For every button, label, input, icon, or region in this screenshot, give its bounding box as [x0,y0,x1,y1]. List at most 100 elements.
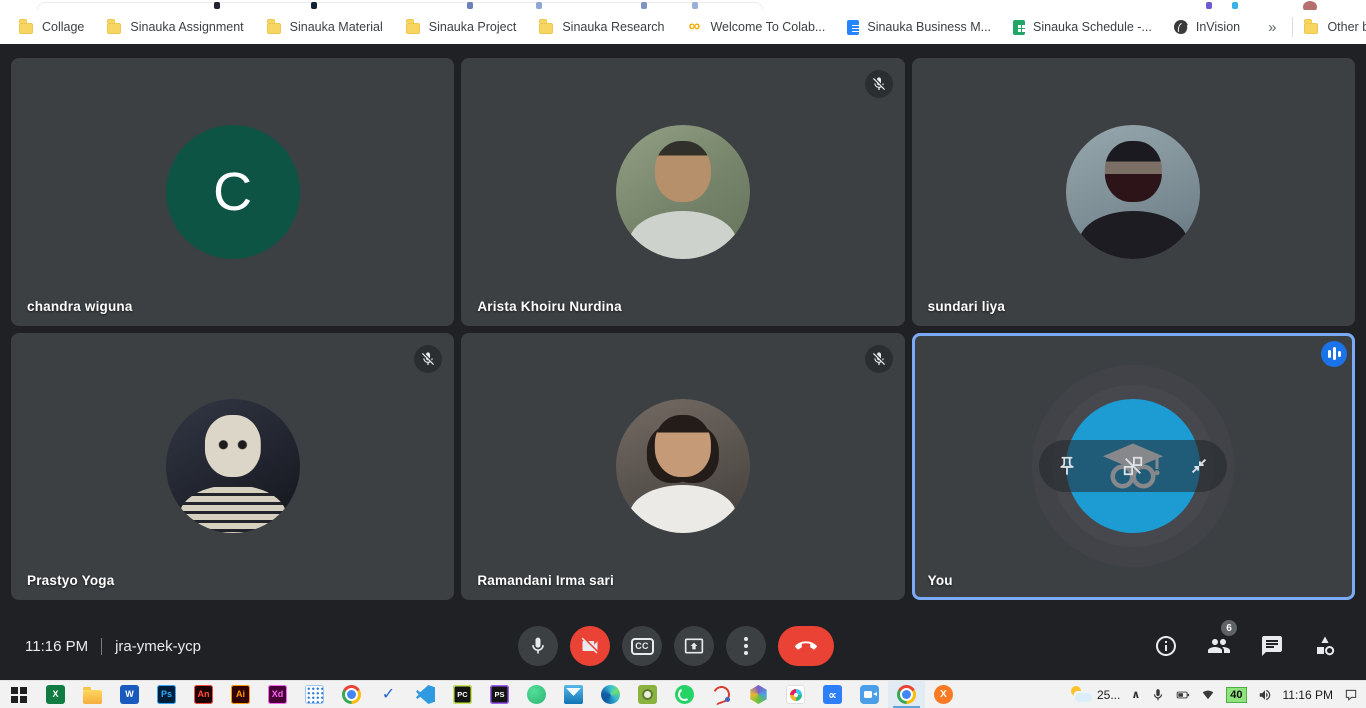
bookmark-sinauka-material[interactable]: Sinauka Material [260,15,399,39]
taskbar-app-adobe-xd[interactable]: Xd [259,681,296,708]
taskbar-app-whatsapp[interactable] [666,681,703,708]
mic-tray-icon[interactable] [1151,688,1165,702]
mic-icon [528,636,548,656]
taskbar-app-xampp[interactable]: X [925,681,962,708]
chat-button[interactable] [1259,633,1285,659]
bookmark-sinauka-schedule[interactable]: Sinauka Schedule -... [1007,16,1168,39]
participant-count-badge: 6 [1221,620,1237,636]
participants-button[interactable]: 6 [1206,633,1232,659]
taskbar-app-photoshop[interactable]: Ps [148,681,185,708]
bookmark-label: Sinauka Project [429,20,517,34]
participant-photo [616,399,750,533]
extension-icon-partial[interactable] [1232,2,1238,9]
tile-ramandani-irma-sari[interactable]: Ramandani Irma sari [461,333,904,601]
taskbar-app-camera-green[interactable] [629,681,666,708]
tile-sundari-liya[interactable]: sundari liya [912,58,1355,326]
pin-tile-icon[interactable] [1056,455,1078,477]
bookmark-welcome-to-colab[interactable]: Welcome To Colab... [680,15,841,39]
minimize-tile-icon[interactable] [1188,455,1210,477]
folder-favicon-icon [405,19,421,35]
extension-icon-partial[interactable] [311,2,317,9]
taskbar-apps: X WPsAnAi Xd ✓ PCPS ∝ X [0,681,962,708]
taskbar-app-file-explorer[interactable] [74,681,111,708]
action-center-icon[interactable] [1344,688,1358,702]
taskbar-app-excel[interactable]: X [37,681,74,708]
captions-button[interactable]: CC [622,626,662,666]
present-button[interactable] [674,626,714,666]
taskbar-app-illustrator[interactable]: Ai [222,681,259,708]
bookmark-sinauka-business-m[interactable]: Sinauka Business M... [841,16,1007,39]
activities-button[interactable] [1312,633,1338,659]
bookmark-sinauka-research[interactable]: Sinauka Research [532,15,680,39]
taskbar-app-cc-app[interactable]: ∝ [814,681,851,708]
taskbar-app-word[interactable]: W [111,681,148,708]
taskbar-app-animate[interactable]: An [185,681,222,708]
system-tray: 25... ∧ 40 11:16 PM [1068,681,1366,708]
tile-you[interactable]: You [912,333,1355,601]
battery-percent-badge[interactable]: 40 [1226,687,1246,703]
weather-temp: 25... [1097,688,1120,702]
taskbar-app-start[interactable] [0,681,37,708]
adobe-xd-icon: Xd [268,685,287,704]
sheets-favicon-icon [1013,20,1025,35]
xampp-icon: X [934,685,953,704]
taskbar-app-coreldraw[interactable] [703,681,740,708]
extension-icon-partial[interactable] [1206,2,1212,9]
more-options-button[interactable] [726,626,766,666]
meeting-clock: 11:16 PM [25,638,88,655]
bookmark-sinauka-assignment[interactable]: Sinauka Assignment [100,15,259,39]
taskbar-app-chrome[interactable] [333,681,370,708]
other-bookmarks-folder[interactable]: Other bookmarks [1297,15,1366,39]
extension-icon-partial[interactable] [214,2,220,9]
taskbar-app-vscode[interactable] [407,681,444,708]
taskbar-app-pycharm[interactable]: PC [444,681,481,708]
camera-toggle-button[interactable] [570,626,610,666]
bookmark-collage[interactable]: Collage [12,15,100,39]
mic-toggle-button[interactable] [518,626,558,666]
meeting-info-divider [101,638,102,655]
tray-clock[interactable]: 11:16 PM [1283,688,1333,702]
bookmark-label: Sinauka Assignment [130,20,243,34]
bookmark-invision[interactable]: InVision [1168,16,1256,38]
meet-control-bar: 11:16 PM jra-ymek-ycp CC [0,612,1366,680]
taskbar-app-phpstorm[interactable]: PS [481,681,518,708]
bookmarks-overflow-chevron[interactable]: » [1256,19,1288,36]
taskbar-app-chrome-active[interactable] [888,681,925,708]
muted-mic-icon [865,70,893,98]
bookmark-label: Sinauka Schedule -... [1033,20,1152,34]
mail-icon [564,685,583,704]
calendar-icon [305,685,324,704]
leave-call-button[interactable] [778,626,834,666]
taskbar-app-edge[interactable] [592,681,629,708]
taskbar-app-calendar[interactable] [296,681,333,708]
present-icon [684,636,704,656]
extension-icon-partial[interactable] [641,2,647,9]
taskbar-app-mail[interactable] [555,681,592,708]
participant-photo [616,125,750,259]
chat-icon [1260,634,1284,658]
taskbar-app-todo-check[interactable]: ✓ [370,681,407,708]
weather-widget[interactable]: 25... [1068,686,1120,703]
extension-icon-partial[interactable] [467,2,473,9]
extension-icon-partial[interactable] [692,2,698,9]
extension-icon-partial[interactable] [536,2,542,9]
taskbar-app-android[interactable] [518,681,555,708]
meeting-details-button[interactable] [1153,633,1179,659]
wifi-icon[interactable] [1201,688,1215,702]
meeting-info: 11:16 PM jra-ymek-ycp [25,612,201,680]
bookmarks-list: Collage Sinauka Assignment Sinauka Materia… [12,15,1256,39]
taskbar-app-hexagon-app[interactable] [740,681,777,708]
windows-taskbar: X WPsAnAi Xd ✓ PCPS ∝ X 25... ∧ 40 11:16 PM [0,680,1366,708]
tile-prastyo-yoga[interactable]: Prastyo Yoga [11,333,454,601]
slack-icon [786,685,805,704]
tile-chandra-wiguna[interactable]: C chandra wiguna [11,58,454,326]
taskbar-app-video-app[interactable] [851,681,888,708]
tile-arista-khoiru-nurdina[interactable]: Arista Khoiru Nurdina [461,58,904,326]
remove-tile-icon[interactable] [1122,455,1144,477]
volume-icon[interactable] [1258,688,1272,702]
taskbar-app-slack[interactable] [777,681,814,708]
battery-icon[interactable] [1176,688,1190,702]
meeting-code: jra-ymek-ycp [115,638,201,655]
tray-chevron-icon[interactable]: ∧ [1131,688,1140,701]
bookmark-sinauka-project[interactable]: Sinauka Project [399,15,533,39]
